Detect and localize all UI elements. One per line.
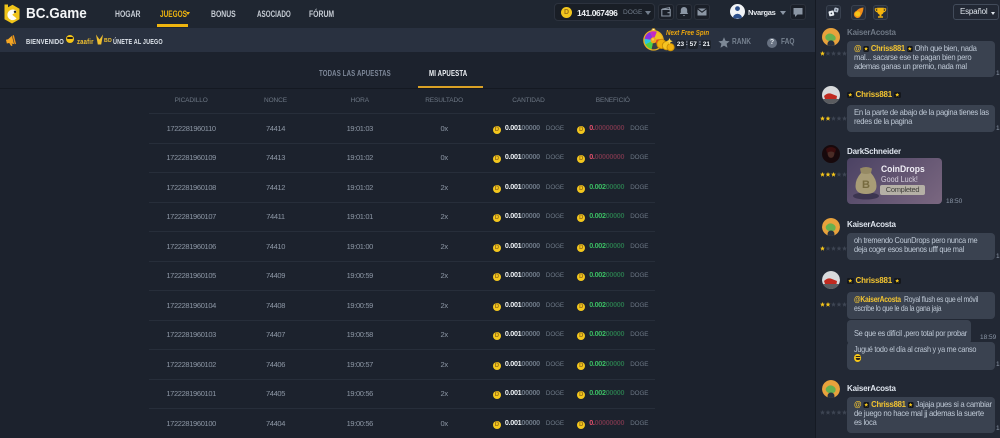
svg-text:B: B — [862, 179, 870, 191]
